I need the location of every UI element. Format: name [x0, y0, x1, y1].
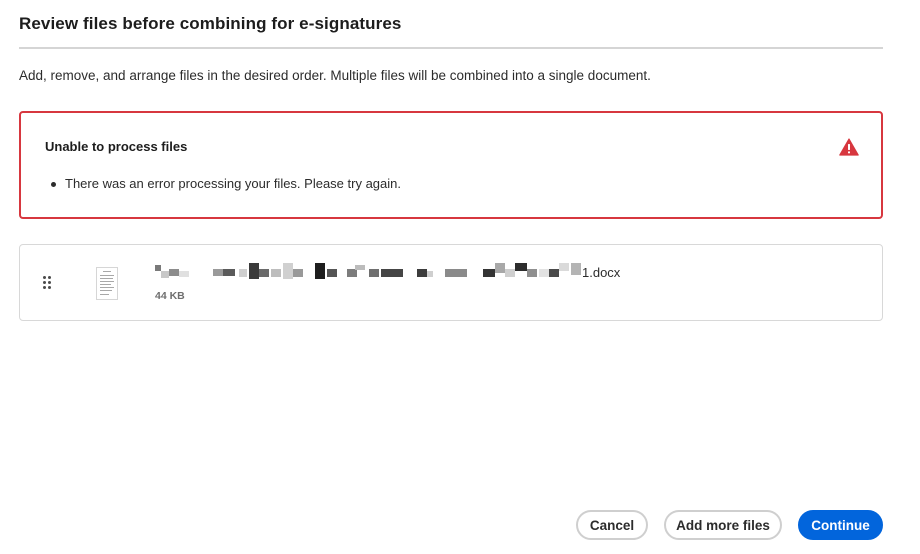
continue-button[interactable]: Continue	[798, 510, 883, 540]
file-name-suffix: 1.docx	[582, 264, 621, 280]
dialog-title: Review files before combining for e-sign…	[19, 14, 402, 33]
error-message: There was an error processing your files…	[47, 176, 401, 191]
dialog-description: Add, remove, and arrange files in the de…	[19, 68, 651, 83]
file-name: 1.docx	[155, 263, 620, 281]
drag-handle-icon[interactable]	[43, 276, 53, 292]
file-size: 44 KB	[155, 290, 185, 302]
add-more-files-button[interactable]: Add more files	[664, 510, 782, 540]
error-alert: Unable to process files There was an err…	[19, 111, 883, 219]
error-message-list: There was an error processing your files…	[47, 176, 401, 191]
title-divider	[19, 47, 883, 49]
redacted-file-name	[155, 263, 581, 281]
file-list: 1.docx 44 KB	[19, 244, 883, 321]
alert-triangle-icon	[839, 138, 859, 156]
review-files-dialog: Review files before combining for e-sign…	[0, 0, 920, 554]
document-thumbnail-icon	[96, 267, 118, 300]
cancel-button[interactable]: Cancel	[576, 510, 648, 540]
error-title: Unable to process files	[45, 139, 188, 154]
